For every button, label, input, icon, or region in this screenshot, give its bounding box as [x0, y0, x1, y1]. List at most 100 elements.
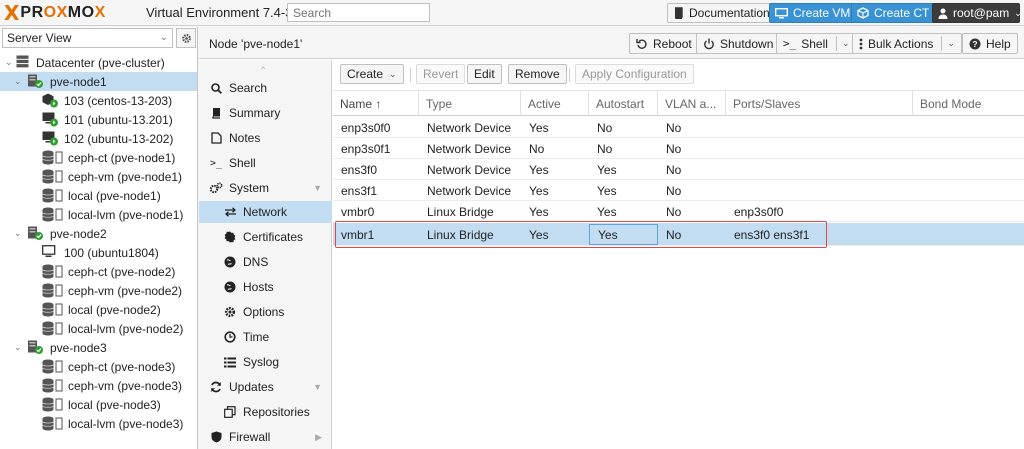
- column-header-active[interactable]: Active: [521, 91, 589, 116]
- tree-item-label: 101 (ubuntu-13.201): [64, 113, 173, 127]
- reboot-button[interactable]: Reboot: [629, 33, 699, 54]
- search-input[interactable]: [287, 3, 430, 22]
- revert-button[interactable]: Revert: [416, 64, 466, 84]
- undo-icon: [636, 38, 647, 49]
- menu-item-label: Search: [229, 81, 268, 95]
- menu-item-time[interactable]: Time: [199, 326, 332, 348]
- shutdown-button[interactable]: Shutdown: [696, 33, 781, 54]
- tree-item-storage[interactable]: ceph-vm (pve-node1): [0, 167, 197, 186]
- edit-button[interactable]: Edit: [467, 64, 502, 84]
- help-button[interactable]: ? Help: [962, 33, 1018, 54]
- menu-item-options[interactable]: Options: [199, 301, 332, 323]
- chevron-down-icon[interactable]: ⌄: [947, 38, 955, 49]
- tree-item-vm-101[interactable]: 101 (ubuntu-13.201): [0, 110, 197, 129]
- tree-item-label: ceph-ct (pve-node3): [68, 360, 176, 374]
- shell-button[interactable]: >_ Shell ⌄: [776, 33, 855, 54]
- storage-icon: [42, 169, 63, 184]
- create-button[interactable]: Create ⌄: [340, 64, 404, 84]
- tree-settings-button[interactable]: [176, 28, 196, 48]
- user-menu-button[interactable]: root@pam ⌄: [932, 3, 1022, 23]
- create-ct-button[interactable]: Create CT: [851, 3, 936, 23]
- expand-icon[interactable]: ⌄: [14, 342, 22, 353]
- tree-item-pve-node2[interactable]: ⌄ pve-node2: [0, 224, 197, 243]
- menu-item-syslog[interactable]: Syslog: [199, 351, 332, 373]
- column-header-name[interactable]: Name ↑: [333, 91, 419, 116]
- tree-item-storage[interactable]: ceph-ct (pve-node1): [0, 148, 197, 167]
- table-row[interactable]: enp3s0f1 Network Device No No No: [333, 138, 1024, 159]
- view-select[interactable]: Server View ⌄: [2, 28, 173, 48]
- tree-item-storage[interactable]: local-lvm (pve-node1): [0, 205, 197, 224]
- column-header-ports-slaves[interactable]: Ports/Slaves: [726, 91, 913, 116]
- globe-icon: [223, 281, 237, 293]
- tree-item-pve-node3[interactable]: ⌄ pve-node3: [0, 338, 197, 357]
- proxmox-logo[interactable]: X PROXMOX: [4, 3, 106, 23]
- cell-name: enp3s0f0: [341, 120, 391, 135]
- tree-item-storage[interactable]: ceph-ct (pve-node2): [0, 262, 197, 281]
- book-icon: [674, 7, 683, 19]
- column-header-autostart[interactable]: Autostart: [589, 91, 658, 116]
- expand-icon[interactable]: ⌄: [14, 228, 22, 239]
- menu-item-search[interactable]: Search: [199, 77, 332, 99]
- tree-item-storage[interactable]: local (pve-node2): [0, 300, 197, 319]
- tree-item-storage[interactable]: local (pve-node1): [0, 186, 197, 205]
- column-header-bond-mode[interactable]: Bond Mode: [913, 91, 1024, 116]
- expand-icon[interactable]: ⌄: [14, 76, 22, 87]
- cell-name: enp3s0f1: [341, 141, 391, 156]
- cell-active: Yes: [529, 162, 549, 177]
- table-row[interactable]: ens3f0 Network Device Yes Yes No: [333, 159, 1024, 180]
- search-icon: [209, 82, 223, 94]
- vm-running-icon: [42, 112, 58, 127]
- column-header-type[interactable]: Type: [419, 91, 521, 116]
- menu-item-hosts[interactable]: Hosts: [199, 276, 332, 298]
- storage-icon: [42, 397, 63, 412]
- tree-item-label: pve-node3: [50, 341, 107, 355]
- table-row[interactable]: vmbr0 Linux Bridge Yes Yes No enp3s0f0: [333, 201, 1024, 222]
- tree-item-pve-node1[interactable]: ⌄ pve-node1: [0, 72, 197, 91]
- menu-item-shell[interactable]: >_ Shell: [199, 152, 332, 174]
- tree-item-vm-102[interactable]: 102 (ubuntu-13-202): [0, 129, 197, 148]
- menu-item-repositories[interactable]: Repositories: [199, 401, 332, 423]
- apply-configuration-button[interactable]: Apply Configuration: [575, 64, 694, 84]
- tree-item-storage[interactable]: ceph-ct (pve-node3): [0, 357, 197, 376]
- refresh-icon: [209, 381, 223, 393]
- expand-icon[interactable]: ⌄: [5, 57, 13, 68]
- menu-item-firewall[interactable]: Firewall ▶: [199, 426, 332, 448]
- menu-item-certificates[interactable]: Certificates: [199, 226, 332, 248]
- tree-item-vm-100[interactable]: 100 (ubuntu1804): [0, 243, 197, 262]
- tree-item-storage[interactable]: ceph-vm (pve-node2): [0, 281, 197, 300]
- tree-item-label: pve-node2: [50, 227, 107, 241]
- remove-button[interactable]: Remove: [508, 64, 567, 84]
- column-header-vlan-aware[interactable]: VLAN a...: [658, 91, 726, 116]
- create-vm-button[interactable]: Create VM: [769, 3, 857, 23]
- help-label: Help: [986, 36, 1011, 51]
- menu-item-dns[interactable]: DNS: [199, 251, 332, 273]
- cell-ports-slaves: [726, 180, 913, 201]
- storage-icon: [42, 188, 63, 203]
- tree-item-label: 102 (ubuntu-13-202): [64, 132, 174, 146]
- tree-item-storage[interactable]: local-lvm (pve-node3): [0, 414, 197, 433]
- menu-item-updates[interactable]: Updates ▼: [199, 376, 332, 398]
- tree-item-ct-103[interactable]: 103 (centos-13-203): [0, 91, 197, 110]
- tree-item-label: local (pve-node2): [68, 303, 161, 317]
- storage-icon: [42, 302, 63, 317]
- cube-icon: [857, 7, 869, 19]
- menu-item-network[interactable]: Network: [199, 201, 332, 223]
- table-row[interactable]: ens3f1 Network Device Yes Yes No: [333, 180, 1024, 201]
- menu-item-summary[interactable]: Summary: [199, 102, 332, 124]
- menu-item-system[interactable]: System ▼: [199, 177, 332, 199]
- documentation-button[interactable]: Documentation: [667, 3, 776, 23]
- chevron-up-icon[interactable]: ⌃: [259, 66, 267, 77]
- top-header: X PROXMOX Virtual Environment 7.4-3 Docu…: [0, 0, 1024, 26]
- tree-item-storage[interactable]: local-lvm (pve-node2): [0, 319, 197, 338]
- chevron-down-icon[interactable]: ⌄: [842, 38, 850, 49]
- certificate-icon: [223, 231, 237, 243]
- tree-item-storage[interactable]: local (pve-node3): [0, 395, 197, 414]
- container-running-icon: [42, 93, 58, 108]
- server-online-icon: [28, 74, 43, 88]
- bulk-actions-button[interactable]: Bulk Actions ⌄: [852, 33, 962, 54]
- table-row[interactable]: enp3s0f0 Network Device Yes No No: [333, 117, 1024, 138]
- menu-item-notes[interactable]: Notes: [199, 127, 332, 149]
- tree-item-storage[interactable]: ceph-vm (pve-node3): [0, 376, 197, 395]
- tree-item-datacenter[interactable]: ⌄ Datacenter (pve-cluster): [0, 53, 197, 72]
- create-ct-label: Create CT: [874, 6, 930, 20]
